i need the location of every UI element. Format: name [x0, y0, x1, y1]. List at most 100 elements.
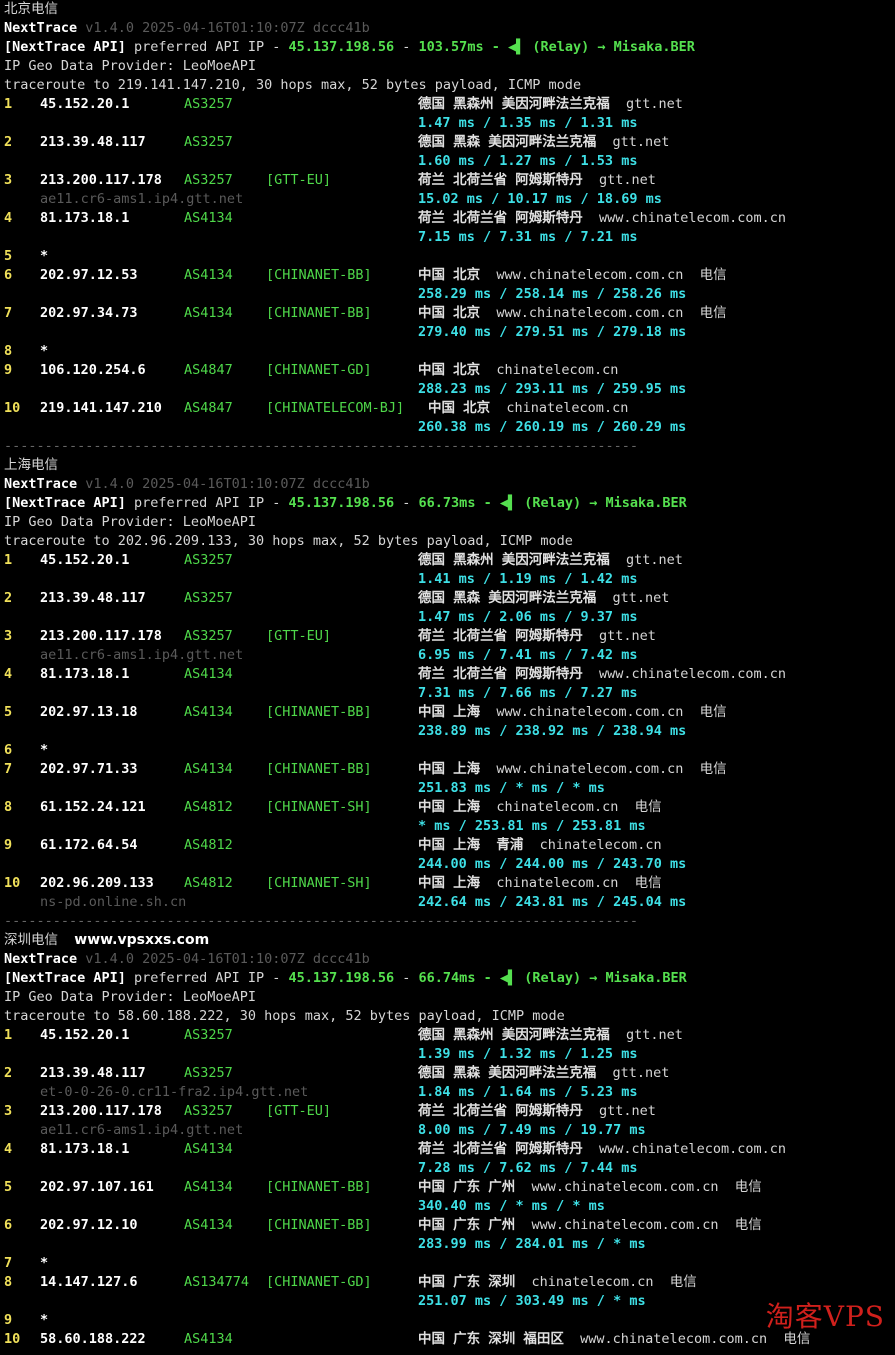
hop-network-tag: [GTT-EU]	[266, 628, 332, 644]
hop-location-group: 中国 上海 青浦 chinatelecom.cn	[418, 836, 662, 855]
hop-domain: gtt.net	[612, 590, 670, 606]
hop-geo: 德国 黑森州 美因河畔法兰克福	[418, 552, 610, 568]
hop-asn: AS3257	[184, 172, 233, 188]
hop-location-group: 德国 黑森州 美因河畔法兰克福 gtt.net	[418, 551, 683, 570]
hop-asn: AS4134	[184, 305, 233, 321]
site-watermark-text: www.vpsxxs.com	[74, 932, 210, 948]
hop-number: 9	[4, 837, 13, 853]
hop-rtt: * ms / 253.81 ms / 253.81 ms	[418, 818, 646, 834]
hop-isp: 电信	[669, 1274, 697, 1290]
hop-network-tag: [CHINANET-GD]	[266, 362, 372, 378]
app-name: NextTrace	[4, 20, 78, 36]
hop-detail-row: et-0-0-26-0.cr11-fra2.ip4.gtt.net 1.84 ms…	[4, 1083, 895, 1102]
api-label: [NextTrace API]	[4, 39, 126, 55]
hop-number: 7	[4, 761, 13, 777]
hop-location-group: 中国 北京 www.chinatelecom.com.cn 电信	[418, 304, 727, 323]
hop-detail-row: 1.47 ms / 1.35 ms / 1.31 ms	[4, 114, 895, 133]
hop-ip: 202.96.209.133	[40, 875, 154, 891]
hop-asn: AS4812	[184, 799, 233, 815]
hop-geo: 中国 广东 广州	[418, 1217, 516, 1233]
hop-location-group: 中国 上海 www.chinatelecom.com.cn 电信	[418, 703, 727, 722]
hop-ip: 213.200.117.178	[40, 628, 162, 644]
api-ip: 45.137.198.56	[288, 970, 395, 986]
hop-asn: AS3257	[184, 96, 233, 112]
hop-network-tag: [CHINANET-BB]	[266, 1179, 372, 1195]
hop-geo: 中国 上海	[418, 761, 481, 777]
hop-row: 2 213.39.48.117 AS3257 德国 黑森 美因河畔法兰克福 gtt.n…	[4, 133, 895, 152]
hop-rdns: ns-pd.online.sh.cn	[40, 894, 187, 910]
hop-row: 10 58.60.188.222 AS4134 中国 广东 深圳 福田区 www.ch…	[4, 1330, 895, 1349]
hop-network-tag: [CHINANET-BB]	[266, 704, 372, 720]
hop-geo: 中国 北京	[418, 362, 481, 378]
hop-location-group: 德国 黑森州 美因河畔法兰克福 gtt.net	[418, 1026, 683, 1045]
hop-geo: 荷兰 北荷兰省 阿姆斯特丹	[418, 628, 583, 644]
app-name: NextTrace	[4, 476, 78, 492]
hop-location-group: 德国 黑森 美因河畔法兰克福 gtt.net	[418, 1064, 669, 1083]
hop-asn: AS3257	[184, 134, 233, 150]
hop-location-group: 中国 上海 chinatelecom.cn 电信	[418, 798, 662, 817]
hop-location-group: 中国 北京 www.chinatelecom.com.cn 电信	[418, 266, 727, 285]
hop-number: 6	[4, 742, 13, 758]
hop-detail-row: ae11.cr6-ams1.ip4.gtt.net 8.00 ms / 7.49 …	[4, 1121, 895, 1140]
hop-geo: 德国 黑森 美因河畔法兰克福	[418, 590, 597, 606]
hop-row: 4 81.173.18.1 AS4134 荷兰 北荷兰省 阿姆斯特丹 www.chin…	[4, 209, 895, 228]
traceroute-command: traceroute to 219.141.147.210, 30 hops m…	[4, 77, 582, 93]
hop-network-tag: [CHINANET-BB]	[266, 305, 372, 321]
hop-rtt: 288.23 ms / 293.11 ms / 259.95 ms	[418, 381, 687, 397]
hop-row: 3 213.200.117.178 AS3257 [GTT-EU] 荷兰 北荷兰省 阿姆…	[4, 171, 895, 190]
hop-network-tag: [CHINANET-SH]	[266, 875, 372, 891]
trace-location-title: 上海电信	[4, 457, 58, 473]
hop-location-group: 中国 广东 深圳 福田区 www.chinatelecom.com.cn 电信	[418, 1330, 810, 1349]
hop-ip: 213.39.48.117	[40, 1065, 146, 1081]
api-label: [NextTrace API]	[4, 495, 126, 511]
api-separator: -	[394, 39, 419, 55]
hop-isp: 电信	[634, 875, 662, 891]
hop-number: 10	[4, 1331, 21, 1347]
hop-domain: gtt.net	[599, 1103, 656, 1119]
hop-row: 9 61.172.64.54 AS4812 中国 上海 青浦 chinatelecom…	[4, 836, 895, 855]
hop-rtt: 279.40 ms / 279.51 ms / 279.18 ms	[418, 324, 687, 340]
hop-number: 2	[4, 590, 13, 606]
api-separator: -	[394, 495, 419, 511]
hop-asn: AS3257	[184, 628, 233, 644]
hop-asn: AS134774	[184, 1274, 250, 1290]
hop-number: 8	[4, 1274, 13, 1290]
hop-ip: 202.97.12.53	[40, 267, 138, 283]
hop-ip: 219.141.147.210	[40, 400, 162, 416]
hop-asn: AS3257	[184, 1103, 233, 1119]
hop-location-group: 荷兰 北荷兰省 阿姆斯特丹 www.chinatelecom.com.cn	[418, 209, 786, 228]
hop-detail-row: 7.31 ms / 7.66 ms / 7.27 ms	[4, 684, 895, 703]
hop-ip: 213.39.48.117	[40, 590, 146, 606]
hop-geo: 荷兰 北荷兰省 阿姆斯特丹	[418, 1103, 583, 1119]
hop-rtt: 251.07 ms / 303.49 ms / * ms	[418, 1293, 646, 1309]
api-latency: 66.74ms	[418, 970, 476, 986]
hop-row: 7 202.97.71.33 AS4134 [CHINANET-BB] 中国 上海 ww…	[4, 760, 895, 779]
hop-ip: 213.200.117.178	[40, 1103, 162, 1119]
hop-rtt: 260.38 ms / 260.19 ms / 260.29 ms	[418, 419, 687, 435]
hop-row: 8 *	[4, 342, 895, 361]
hop-number: 8	[4, 343, 13, 359]
hop-rdns: et-0-0-26-0.cr11-fra2.ip4.gtt.net	[40, 1084, 309, 1100]
hop-number: 4	[4, 1141, 13, 1157]
hop-row: 7 202.97.34.73 AS4134 [CHINANET-BB] 中国 北京 ww…	[4, 304, 895, 323]
hop-isp: 电信	[699, 267, 727, 283]
hop-domain: gtt.net	[599, 628, 656, 644]
geo-provider-line: IP Geo Data Provider: LeoMoeAPI	[4, 57, 895, 76]
hop-number: 5	[4, 704, 13, 720]
hop-row: 2 213.39.48.117 AS3257 德国 黑森 美因河畔法兰克福 gtt.n…	[4, 589, 895, 608]
hop-domain: www.chinatelecom.com.cn	[496, 761, 684, 777]
hop-domain: www.chinatelecom.com.cn	[496, 704, 684, 720]
hop-isp: 电信	[734, 1179, 762, 1195]
hop-location-group: 荷兰 北荷兰省 阿姆斯特丹 gtt.net	[418, 1102, 656, 1121]
block-title: 北京电信	[4, 0, 895, 19]
hop-domain: chinatelecom.cn	[496, 799, 619, 815]
hop-network-tag: [CHINATELECOM-BJ]	[266, 400, 405, 416]
hop-rdns: ae11.cr6-ams1.ip4.gtt.net	[40, 191, 244, 207]
hop-asn: AS4134	[184, 761, 233, 777]
hop-geo: 中国 广东 深圳 福田区	[418, 1331, 564, 1347]
hop-number: 1	[4, 552, 13, 568]
hop-ip: 81.173.18.1	[40, 666, 130, 682]
hop-domain: www.chinatelecom.com.cn	[496, 267, 684, 283]
hop-domain: www.chinatelecom.com.cn	[599, 1141, 786, 1157]
hop-asn: AS4134	[184, 666, 233, 682]
